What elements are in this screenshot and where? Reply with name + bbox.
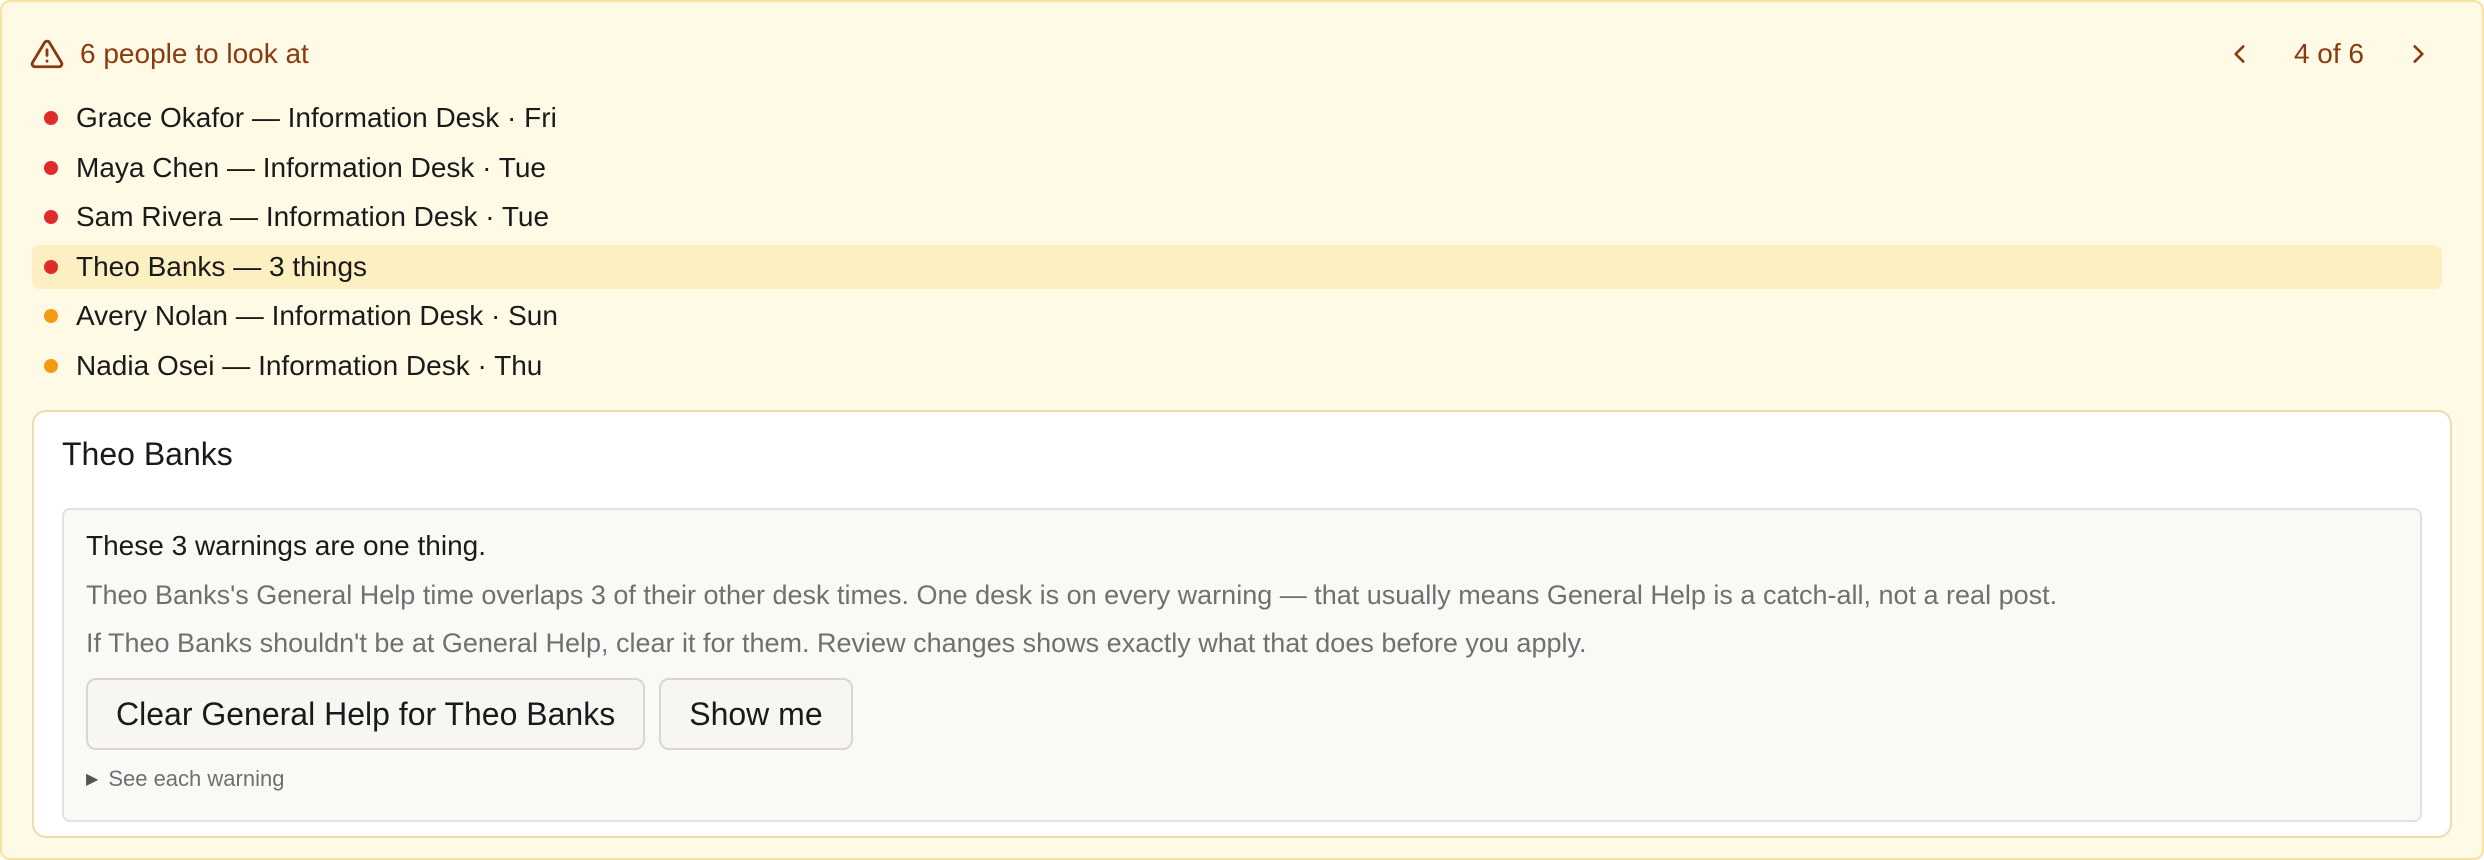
next-button[interactable] <box>2398 34 2438 74</box>
list-item[interactable]: Avery Nolan — Information Desk · Sun <box>32 294 2442 338</box>
list-item-label: Avery Nolan — Information Desk · Sun <box>76 300 558 332</box>
severity-dot <box>44 309 58 324</box>
chevron-right-icon <box>2413 45 2424 63</box>
card-heading: These 3 warnings are one thing. <box>86 530 487 561</box>
severity-dot <box>44 259 58 274</box>
explanation-card: These 3 warnings are one thing. Theo Ban… <box>62 508 2422 822</box>
people-list: Grace Okafor — Information Desk · Fri Ma… <box>32 96 2442 394</box>
list-item-label: Theo Banks — 3 things <box>76 250 368 282</box>
list-item-label: Maya Chen — Information Desk · Tue <box>76 151 546 183</box>
card-instruction: If Theo Banks shouldn't be at General He… <box>86 628 1587 658</box>
show-me-button[interactable]: Show me <box>659 678 853 750</box>
severity-dot <box>44 358 58 373</box>
warning-triangle-icon <box>30 37 64 71</box>
clear-general-help-button[interactable]: Clear General Help for Theo Banks <box>86 678 646 750</box>
pager: 4 of 6 <box>2220 32 2438 76</box>
list-item[interactable]: Nadia Osei — Information Desk · Thu <box>32 344 2442 388</box>
panel-title: 6 people to look at <box>80 38 309 69</box>
person-detail: Theo Banks These 3 warnings are one thin… <box>32 410 2452 838</box>
severity-dot <box>44 111 58 125</box>
warnings-panel: 6 people to look at 4 of 6 Grace Okafor … <box>0 0 2484 860</box>
chevron-left-icon <box>2234 45 2245 63</box>
list-item-label: Grace Okafor — Information Desk · Fri <box>76 102 557 133</box>
list-item[interactable]: Sam Rivera — Information Desk · Tue <box>32 195 2442 239</box>
list-item-label: Nadia Osei — Information Desk · Thu <box>76 349 543 381</box>
list-item-label: Sam Rivera — Information Desk · Tue <box>76 201 550 233</box>
disclosure-label: See each warning <box>108 766 285 791</box>
prev-button[interactable] <box>2220 34 2260 74</box>
pager-position: 4 of 6 <box>2293 38 2364 69</box>
panel-header: 6 people to look at <box>30 32 2454 76</box>
list-item-selected[interactable]: Theo Banks — 3 things <box>32 244 2442 289</box>
card-actions: Clear General Help for Theo Banks Show m… <box>86 678 867 750</box>
severity-dot <box>44 210 58 225</box>
severity-dot <box>44 160 58 175</box>
see-each-warning-toggle[interactable]: ▶ See each warning <box>86 766 284 792</box>
list-item[interactable]: Grace Okafor — Information Desk · Fri <box>32 96 2442 140</box>
disclosure-triangle-icon: ▶ <box>86 771 99 788</box>
person-name: Theo Banks <box>62 436 233 472</box>
card-explanation: Theo Banks's General Help time overlaps … <box>86 580 2058 610</box>
list-item[interactable]: Maya Chen — Information Desk · Tue <box>32 146 2442 190</box>
